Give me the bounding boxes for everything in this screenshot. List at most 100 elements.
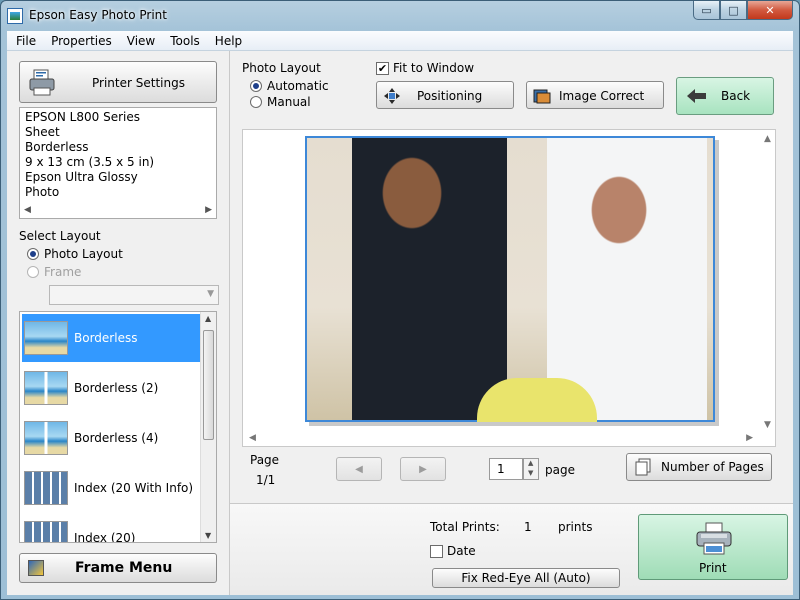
- layout-item-index-20-with-info[interactable]: Index (20 With Info): [22, 464, 200, 512]
- print-label: Print: [699, 561, 727, 575]
- preview-horizontal-scrollbar[interactable]: ◀ ▶: [243, 432, 775, 446]
- maximize-icon: □: [728, 3, 739, 17]
- menu-file[interactable]: File: [7, 31, 42, 50]
- radio-checked-icon[interactable]: [250, 80, 262, 92]
- printer-icon: [696, 522, 732, 555]
- checkbox-unchecked-icon[interactable]: [430, 544, 443, 558]
- paper-type: Epson Ultra Glossy: [25, 170, 138, 184]
- frame-menu-icon: [28, 560, 44, 576]
- scroll-up-icon[interactable]: ▲: [205, 314, 211, 323]
- preview-panel: Photo Layout Automatic Manual ✔ Fit to W…: [229, 51, 793, 503]
- close-icon: ✕: [765, 3, 775, 17]
- page-counter: 1/1: [256, 473, 276, 487]
- back-button[interactable]: Back: [676, 77, 774, 115]
- print-summary-area: Total Prints: 1 prints Date Fix Red-Eye …: [229, 503, 793, 595]
- layout-item-borderless-2[interactable]: Borderless (2): [22, 364, 200, 412]
- total-prints-unit: prints: [558, 520, 593, 534]
- chevron-down-icon: ▼: [207, 289, 214, 299]
- back-label: Back: [721, 89, 751, 103]
- radio-automatic-label: Automatic: [267, 79, 329, 93]
- image-correct-label: Image Correct: [559, 89, 645, 103]
- minimize-button[interactable]: ▭: [693, 1, 720, 20]
- radio-photo-layout[interactable]: Photo Layout: [27, 247, 123, 261]
- radio-manual-label: Manual: [267, 95, 311, 109]
- radio-frame[interactable]: Frame: [27, 265, 81, 279]
- spin-up-icon[interactable]: ▲: [528, 459, 533, 467]
- menu-bar: File Properties View Tools Help: [7, 31, 793, 51]
- layout-thumbnail: [24, 371, 68, 405]
- triangle-right-icon: ▶: [419, 463, 427, 475]
- spin-down-icon[interactable]: ▼: [528, 469, 533, 477]
- photo-preview[interactable]: ◀ ▶ ▲ ▼: [242, 129, 776, 447]
- date-label: Date: [447, 544, 476, 558]
- paper-source: Sheet: [25, 125, 60, 139]
- maximize-button[interactable]: □: [720, 1, 747, 20]
- layout-thumbnail: [24, 321, 68, 355]
- print-quality: Photo: [25, 185, 60, 199]
- menu-view[interactable]: View: [118, 31, 161, 50]
- scroll-up-icon[interactable]: ▲: [764, 134, 771, 144]
- printer-settings-label: Printer Settings: [92, 76, 185, 90]
- move-arrows-icon: [384, 88, 400, 104]
- number-of-pages-label: Number of Pages: [661, 460, 764, 474]
- photo-chair-detail: [477, 378, 597, 422]
- layout-thumbnail: [24, 421, 68, 455]
- menu-help[interactable]: Help: [206, 31, 248, 50]
- frame-dropdown[interactable]: ▼: [49, 285, 219, 305]
- layout-item-borderless-4[interactable]: Borderless (4): [22, 414, 200, 462]
- positioning-button[interactable]: Positioning: [376, 81, 514, 109]
- radio-unchecked-icon[interactable]: [250, 96, 262, 108]
- info-horizontal-scrollbar[interactable]: ◀ ▶: [20, 204, 216, 218]
- arrow-left-icon: [687, 89, 706, 103]
- title-bar[interactable]: Epson Easy Photo Print ▭ □ ✕: [1, 1, 799, 31]
- border-setting: Borderless: [25, 140, 89, 154]
- radio-automatic[interactable]: Automatic: [250, 79, 329, 93]
- scroll-left-icon[interactable]: ◀: [249, 433, 256, 443]
- layout-item-label: Index (20): [74, 531, 136, 543]
- layout-item-index-20[interactable]: Index (20): [22, 514, 200, 543]
- fix-red-eye-button[interactable]: Fix Red-Eye All (Auto): [432, 568, 620, 588]
- page-spinner[interactable]: ▲ ▼: [523, 458, 539, 480]
- fit-to-window-checkbox[interactable]: ✔ Fit to Window: [376, 61, 474, 75]
- date-checkbox[interactable]: Date: [430, 544, 476, 558]
- menu-tools[interactable]: Tools: [161, 31, 206, 50]
- paper-size: 9 x 13 cm (3.5 x 5 in): [25, 155, 155, 169]
- image-correct-button[interactable]: Image Correct: [526, 81, 664, 109]
- radio-checked-icon[interactable]: [27, 248, 39, 260]
- image-correct-icon: [533, 89, 551, 104]
- page-number-input[interactable]: 1: [489, 458, 523, 480]
- number-of-pages-button[interactable]: Number of Pages: [626, 453, 772, 481]
- minimize-icon: ▭: [701, 3, 712, 17]
- scroll-down-icon[interactable]: ▼: [764, 420, 771, 430]
- radio-unchecked-icon[interactable]: [27, 266, 39, 278]
- print-button[interactable]: Print: [638, 514, 788, 580]
- layout-item-borderless[interactable]: Borderless: [22, 314, 200, 362]
- radio-photo-layout-label: Photo Layout: [44, 247, 123, 261]
- page-label: Page: [250, 453, 280, 467]
- layout-item-label: Borderless: [74, 331, 138, 345]
- menu-properties[interactable]: Properties: [42, 31, 118, 50]
- preview-vertical-scrollbar[interactable]: ▲ ▼: [761, 130, 775, 432]
- frame-menu-button[interactable]: Frame Menu: [19, 553, 217, 583]
- checkbox-checked-icon[interactable]: ✔: [376, 61, 389, 75]
- scroll-right-icon[interactable]: ▶: [746, 433, 753, 443]
- scroll-down-icon[interactable]: ▼: [205, 531, 211, 540]
- photo-image[interactable]: [305, 136, 715, 422]
- printer-settings-icon: [29, 69, 55, 96]
- page-unit-label: page: [545, 463, 575, 477]
- layout-list-scrollbar[interactable]: ▲ ▼: [200, 312, 216, 542]
- fix-red-eye-label: Fix Red-Eye All (Auto): [461, 571, 591, 585]
- total-prints-value: 1: [524, 520, 532, 534]
- client-area: Printer Settings EPSON L800 Series Sheet…: [7, 51, 793, 595]
- scroll-right-icon[interactable]: ▶: [205, 205, 212, 215]
- radio-manual[interactable]: Manual: [250, 95, 311, 109]
- scroll-left-icon[interactable]: ◀: [24, 205, 31, 215]
- fit-to-window-label: Fit to Window: [393, 61, 475, 75]
- previous-page-button[interactable]: ◀: [336, 457, 382, 481]
- positioning-label: Positioning: [417, 89, 483, 103]
- close-button[interactable]: ✕: [747, 1, 793, 20]
- next-page-button[interactable]: ▶: [400, 457, 446, 481]
- printer-settings-button[interactable]: Printer Settings: [19, 61, 217, 103]
- scrollbar-thumb[interactable]: [203, 330, 214, 440]
- triangle-left-icon: ◀: [355, 463, 363, 475]
